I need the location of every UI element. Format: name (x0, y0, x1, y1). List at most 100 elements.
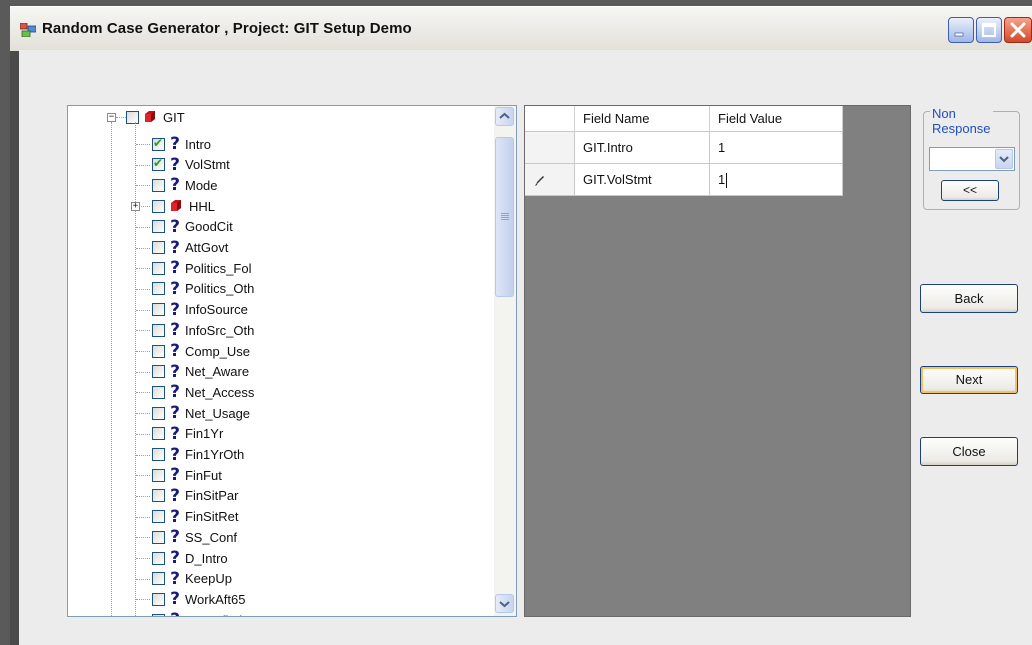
dropdown-button[interactable] (995, 149, 1013, 169)
checkbox[interactable] (152, 303, 165, 317)
tree-collapse-toggle[interactable]: − (107, 113, 116, 122)
checkbox[interactable] (152, 323, 165, 337)
row-header-editing[interactable] (525, 164, 575, 196)
tree-item-label: FinSitRet (185, 509, 239, 525)
pencil-icon (535, 176, 544, 186)
question-icon: ? (170, 216, 180, 237)
close-window-button[interactable] (1004, 17, 1032, 43)
question-icon: ? (170, 423, 180, 444)
checkbox[interactable] (152, 344, 165, 358)
checkbox[interactable] (152, 530, 165, 544)
tree-item-label: SS_Conf (185, 529, 238, 545)
minimize-icon (954, 32, 964, 37)
maximize-icon (981, 22, 997, 38)
tree-item[interactable]: ? Intro (152, 134, 211, 154)
checkbox[interactable] (152, 156, 165, 172)
checkbox[interactable] (152, 448, 165, 461)
tree-item[interactable]: ? FinSitRet (152, 507, 238, 527)
tree-item[interactable]: ? DD_Inflation (152, 610, 257, 616)
grid-cell-field-value-editor[interactable]: 1 (710, 164, 843, 196)
question-icon: ? (170, 403, 180, 424)
tree-item[interactable]: ? Mode (152, 175, 218, 195)
grid-cell-field-name[interactable]: GIT.Intro (575, 132, 710, 164)
checkbox[interactable] (152, 365, 165, 379)
tree-item[interactable]: ? FinFut (152, 465, 222, 485)
tree-item[interactable]: ? InfoSource (152, 300, 248, 320)
question-icon: ? (170, 175, 180, 196)
tree-scrollbar[interactable] (494, 106, 516, 616)
non-response-legend: Non Response (930, 106, 993, 136)
checkbox[interactable] (126, 110, 139, 124)
checkbox[interactable] (152, 468, 165, 482)
question-icon: ? (170, 382, 180, 403)
title-bar[interactable]: Random Case Generator , Project: GIT Set… (10, 6, 1032, 51)
tree-item[interactable]: HHL (152, 196, 215, 216)
tree-item[interactable]: ? Net_Access (152, 382, 254, 402)
tree-item[interactable]: ? Net_Aware (152, 362, 249, 382)
tree-item[interactable]: ? Fin1YrOth (152, 445, 244, 465)
apply-non-response-button[interactable]: << (941, 180, 999, 201)
app-icon (20, 23, 36, 37)
question-icon: ? (170, 361, 180, 382)
checkbox[interactable] (152, 199, 165, 213)
checkbox[interactable] (152, 178, 165, 192)
maximize-button[interactable] (976, 17, 1002, 43)
tree-item[interactable]: ? Politics_Oth (152, 279, 254, 299)
grid-corner-header (525, 106, 575, 132)
scroll-up-button[interactable] (495, 107, 514, 126)
tree-item[interactable]: ? Comp_Use (152, 341, 250, 361)
field-value-grid[interactable]: Field Name Field Value GIT.Intro 1 GIT.V… (524, 105, 911, 617)
checkbox[interactable] (152, 572, 165, 586)
checkbox[interactable] (152, 385, 165, 399)
window-left-border (10, 50, 19, 645)
question-tree[interactable]: − GIT ? Intro? VolStmt? Mode + HHL? GoodCit? At… (67, 105, 517, 617)
close-button[interactable]: Close (920, 437, 1018, 466)
row-header[interactable] (525, 132, 575, 164)
tree-item[interactable]: ? VolStmt (152, 155, 230, 175)
tree-item[interactable]: ? FinSitPar (152, 486, 238, 506)
tree-item[interactable]: ? Politics_Fol (152, 258, 251, 278)
tree-item[interactable]: ? AttGovt (152, 238, 228, 258)
tree-expand-toggle[interactable]: + (131, 202, 140, 212)
checkbox[interactable] (152, 551, 165, 565)
checkbox[interactable] (152, 282, 165, 296)
tree-item[interactable]: ? WorkAft65 (152, 589, 245, 609)
checkbox[interactable] (152, 261, 165, 275)
tree-item-label: AttGovt (185, 240, 229, 255)
cell-editor-text[interactable]: 1 (718, 172, 725, 187)
tree-item-label: InfoSrc_Oth (185, 322, 255, 338)
checkbox[interactable] (152, 220, 165, 234)
checkbox[interactable] (152, 427, 165, 441)
question-icon: ? (170, 485, 180, 506)
tree-item[interactable]: ? SS_Conf (152, 527, 237, 547)
application-window: Random Case Generator , Project: GIT Set… (0, 0, 1032, 645)
grid-cell-field-name[interactable]: GIT.VolStmt (575, 164, 710, 196)
back-button[interactable]: Back (920, 284, 1018, 313)
tree-item[interactable]: ? Net_Usage (152, 403, 250, 423)
non-response-select[interactable] (929, 147, 1015, 171)
column-header-field-value[interactable]: Field Value (710, 106, 843, 132)
column-header-field-name[interactable]: Field Name (575, 106, 710, 132)
checkbox[interactable] (152, 613, 165, 616)
checkbox[interactable] (152, 489, 165, 503)
checkbox[interactable] (152, 241, 165, 254)
checkbox[interactable] (152, 406, 165, 420)
question-icon: ? (170, 527, 180, 548)
tree-item[interactable]: ? D_Intro (152, 548, 228, 568)
tree-item[interactable]: ? Fin1Yr (152, 424, 223, 444)
question-icon: ? (170, 506, 180, 527)
scroll-down-button[interactable] (495, 594, 514, 613)
tree-item[interactable]: ? InfoSrc_Oth (152, 320, 254, 340)
chevron-up-icon (499, 112, 510, 119)
checkbox[interactable] (152, 510, 165, 524)
minimize-button[interactable] (948, 17, 974, 43)
checkbox[interactable] (152, 592, 165, 606)
tree-item[interactable]: ? GoodCit (152, 217, 233, 237)
question-icon: ? (170, 134, 180, 154)
scroll-thumb[interactable] (495, 137, 514, 297)
next-button[interactable]: Next (920, 366, 1018, 394)
grid-cell-field-value[interactable]: 1 (710, 132, 843, 164)
question-icon: ? (170, 299, 180, 320)
checkbox[interactable] (152, 136, 165, 151)
tree-item[interactable]: ? KeepUp (152, 569, 232, 589)
